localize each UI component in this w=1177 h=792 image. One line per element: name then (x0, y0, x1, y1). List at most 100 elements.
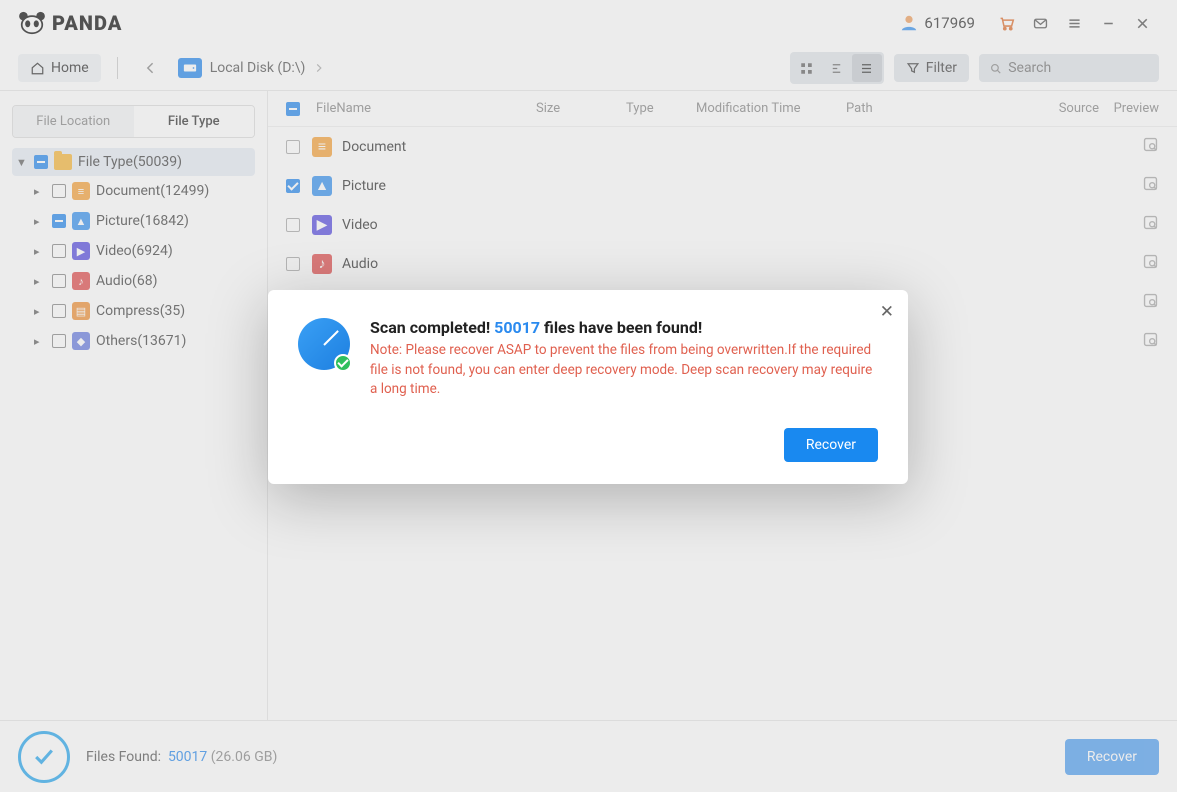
row-name: Document (342, 139, 406, 155)
tree-item-label: Picture(16842) (96, 213, 189, 229)
checkbox[interactable] (52, 274, 66, 288)
header-path[interactable]: Path (846, 101, 1029, 116)
row-checkbox[interactable] (286, 257, 300, 271)
zip-icon: ▤ (72, 302, 90, 320)
preview-icon[interactable] (1142, 136, 1159, 157)
files-found-count: 50017 (168, 749, 207, 765)
panda-icon (18, 11, 46, 35)
footer-recover-button[interactable]: Recover (1065, 739, 1159, 775)
header-modification[interactable]: Modification Time (696, 101, 846, 116)
home-button[interactable]: Home (18, 54, 101, 82)
header-checkbox[interactable] (286, 102, 300, 116)
preview-icon[interactable] (1142, 214, 1159, 235)
tree-item[interactable]: ▸ ▤ Compress(35) (32, 296, 255, 326)
pic-icon: ▲ (312, 176, 332, 196)
checkbox-indeterminate[interactable] (34, 155, 48, 169)
view-detail[interactable] (822, 54, 852, 82)
modal-recover-button[interactable]: Recover (784, 428, 878, 462)
checkbox[interactable] (52, 184, 66, 198)
user-id: 617969 (924, 14, 975, 32)
tab-file-type[interactable]: File Type (134, 106, 255, 137)
row-checkbox[interactable] (286, 179, 300, 193)
search-icon (989, 61, 1002, 76)
doc-icon: ≡ (312, 137, 332, 157)
disk-icon (178, 58, 202, 78)
mail-icon[interactable] (1023, 6, 1057, 40)
toolbar: Home Local Disk (D:\) Filter (0, 46, 1177, 90)
checkbox[interactable] (52, 334, 66, 348)
tree-item[interactable]: ▸ ▶ Video(6924) (32, 236, 255, 266)
tree-item[interactable]: ▸ ▲ Picture(16842) (32, 206, 255, 236)
progress-ring (18, 731, 70, 783)
back-button[interactable] (134, 51, 168, 85)
filter-icon (906, 61, 920, 75)
checkbox[interactable] (52, 244, 66, 258)
breadcrumb[interactable]: Local Disk (D:\) (178, 58, 326, 78)
table-row[interactable]: ≡ Document (268, 127, 1177, 166)
caret-right-icon: ▸ (34, 335, 46, 348)
minimize-icon[interactable] (1091, 6, 1125, 40)
cart-icon[interactable] (989, 6, 1023, 40)
tree-item[interactable]: ▸ ◆ Others(13671) (32, 326, 255, 356)
checkbox[interactable] (52, 214, 66, 228)
preview-icon[interactable] (1142, 292, 1159, 313)
row-name: Audio (342, 256, 378, 272)
search-box[interactable] (979, 54, 1159, 82)
row-name: Picture (342, 178, 386, 194)
tree-item[interactable]: ▸ ♪ Audio(68) (32, 266, 255, 296)
tree-item-label: Video(6924) (96, 243, 173, 259)
header-source[interactable]: Source (1029, 101, 1099, 116)
header-preview[interactable]: Preview (1099, 101, 1159, 116)
aud-icon: ♪ (72, 272, 90, 290)
divider (117, 57, 118, 79)
view-toggles (790, 52, 884, 84)
tree-root[interactable]: ▼ File Type(50039) (12, 148, 255, 176)
tree-root-label: File Type(50039) (78, 154, 182, 170)
check-icon (31, 744, 57, 770)
sidebar-tabs: File Location File Type (12, 105, 255, 138)
sidebar: File Location File Type ▼ File Type(5003… (0, 91, 268, 720)
doc-icon: ≡ (72, 182, 90, 200)
home-icon (30, 61, 45, 76)
header-name[interactable]: FileName (316, 101, 536, 116)
preview-icon[interactable] (1142, 331, 1159, 352)
caret-down-icon: ▼ (16, 156, 28, 169)
tree-item[interactable]: ▸ ≡ Document(12499) (32, 176, 255, 206)
view-grid[interactable] (792, 54, 822, 82)
view-list[interactable] (852, 54, 882, 82)
brand-text: PANDA (52, 11, 122, 35)
filter-button[interactable]: Filter (894, 54, 969, 82)
tree-item-label: Others(13671) (96, 333, 186, 349)
checkbox[interactable] (52, 304, 66, 318)
table-row[interactable]: ▲ Picture (268, 166, 1177, 205)
row-checkbox[interactable] (286, 140, 300, 154)
close-icon[interactable] (1125, 6, 1159, 40)
search-input[interactable] (1008, 60, 1149, 76)
preview-icon[interactable] (1142, 253, 1159, 274)
table-header: FileName Size Type Modification Time Pat… (268, 91, 1177, 127)
header-size[interactable]: Size (536, 101, 626, 116)
pic-icon: ▲ (72, 212, 90, 230)
tab-file-location[interactable]: File Location (13, 106, 134, 137)
caret-right-icon: ▸ (34, 245, 46, 258)
table-row[interactable]: ♪ Audio (268, 244, 1177, 283)
filter-label: Filter (926, 60, 957, 76)
footer-text: Files Found: 50017 (26.06 GB) (86, 749, 277, 765)
caret-right-icon: ▸ (34, 185, 46, 198)
preview-icon[interactable] (1142, 175, 1159, 196)
folder-icon (54, 154, 72, 170)
row-checkbox[interactable] (286, 218, 300, 232)
menu-icon[interactable] (1057, 6, 1091, 40)
breadcrumb-label: Local Disk (D:\) (210, 60, 306, 76)
header-type[interactable]: Type (626, 101, 696, 116)
caret-right-icon: ▸ (34, 215, 46, 228)
row-name: Video (342, 217, 378, 233)
home-label: Home (51, 60, 89, 76)
modal-title: Scan completed! 50017 files have been fo… (370, 318, 878, 337)
table-row[interactable]: ▶ Video (268, 205, 1177, 244)
tree-item-label: Audio(68) (96, 273, 157, 289)
app-logo: PANDA (18, 11, 122, 35)
modal-close-button[interactable]: ✕ (880, 302, 894, 322)
caret-right-icon: ▸ (34, 275, 46, 288)
user-badge[interactable]: 617969 (900, 14, 975, 32)
